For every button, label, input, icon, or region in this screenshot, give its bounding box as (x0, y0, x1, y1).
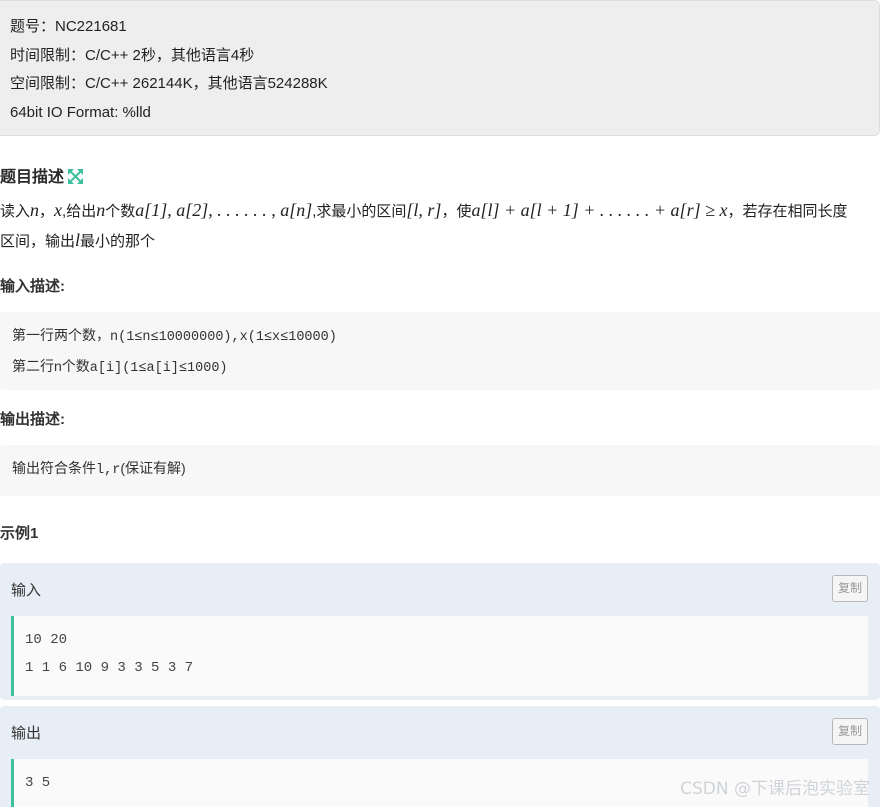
math-range: [l, r] (406, 200, 442, 220)
description-line-2: 区间，输出l最小的那个 (0, 226, 886, 256)
copy-input-button[interactable]: 复制 (832, 575, 868, 602)
output-desc-text: 输出符合条件 (12, 460, 96, 476)
desc-text: 区间，输出 (0, 233, 76, 250)
time-limit: 时间限制：C/C++ 2秒，其他语言4秒 (10, 46, 255, 64)
desc-text: 读入 (0, 203, 31, 220)
memory-limit: 空间限制：C/C++ 262144K，其他语言524288K (10, 75, 328, 92)
input-desc-box: 第一行两个数，n(1≤n≤10000000),x(1≤x≤10000) 第二行n… (0, 312, 880, 390)
example-title: 示例1 (0, 525, 39, 542)
desc-text: ,求最小的区间 (312, 203, 407, 220)
output-desc-box: 输出符合条件l,r(保证有解) (0, 445, 880, 496)
math-n: n (96, 200, 106, 220)
description-title: 题目描述 (0, 169, 65, 186)
output-desc-line-1: 输出符合条件l,r(保证有解) (12, 454, 880, 485)
desc-text: 最小的那个 (80, 233, 156, 250)
csdn-watermark: CSDN @下课后泡实验室 (680, 779, 870, 799)
description-line-1: 读入n，x,给出n个数a[1], a[2], . . . . . . , a[n… (0, 196, 886, 226)
example-input-label: 输入 (11, 582, 42, 599)
desc-text: 个数 (105, 203, 136, 220)
desc-text: ,给出 (62, 203, 97, 220)
example-input-code: 10 20 1 1 6 10 9 3 3 5 3 7 (11, 616, 868, 696)
output-desc-title: 输出描述: (0, 411, 65, 428)
input-desc-code: a[i](1≤a[i]≤1000) (89, 361, 228, 376)
description-text: 读入n，x,给出n个数a[1], a[2], . . . . . . , a[n… (0, 196, 886, 256)
description-heading: 题目描述 (0, 163, 84, 189)
math-sum-expression: a[l] + a[l + 1] + . . . . . . + a[r] ≥ x (471, 200, 728, 220)
copy-output-button[interactable]: 复制 (832, 718, 868, 745)
example-input-line: 10 20 (25, 632, 68, 648)
output-desc-text: (保证有解) (120, 460, 186, 476)
input-desc-text: 第一行两个数， (12, 327, 110, 343)
desc-text: ， (39, 203, 55, 220)
problem-id: 题号：NC221681 (10, 18, 127, 35)
expand-arrows-icon[interactable] (68, 169, 84, 189)
example-output-label: 输出 (11, 725, 42, 742)
example-input-panel: 输入 复制 10 20 1 1 6 10 9 3 3 5 3 7 (0, 563, 880, 700)
input-desc-code: n(1≤n≤10000000),x(1≤x≤10000) (110, 330, 337, 345)
desc-text: ，使 (441, 203, 472, 220)
math-n: n (30, 200, 40, 220)
math-array: a[1], a[2], . . . . . . , a[n] (135, 200, 313, 220)
math-x: x (54, 200, 63, 220)
desc-text: ，若存在相同长度 (727, 203, 848, 220)
io-format: 64bit IO Format: %lld (10, 103, 151, 121)
input-desc-text: 第二行n个数 (12, 358, 90, 374)
example-input-line: 1 1 6 10 9 3 3 5 3 7 (25, 660, 194, 676)
input-desc-line-1: 第一行两个数，n(1≤n≤10000000),x(1≤x≤10000) (12, 321, 880, 352)
input-desc-title: 输入描述: (0, 278, 65, 295)
input-desc-line-2: 第二行n个数a[i](1≤a[i]≤1000) (12, 352, 880, 383)
output-desc-code: l,r (96, 463, 121, 478)
problem-info-box: 题号：NC221681 时间限制：C/C++ 2秒，其他语言4秒 空间限制：C/… (0, 0, 880, 136)
